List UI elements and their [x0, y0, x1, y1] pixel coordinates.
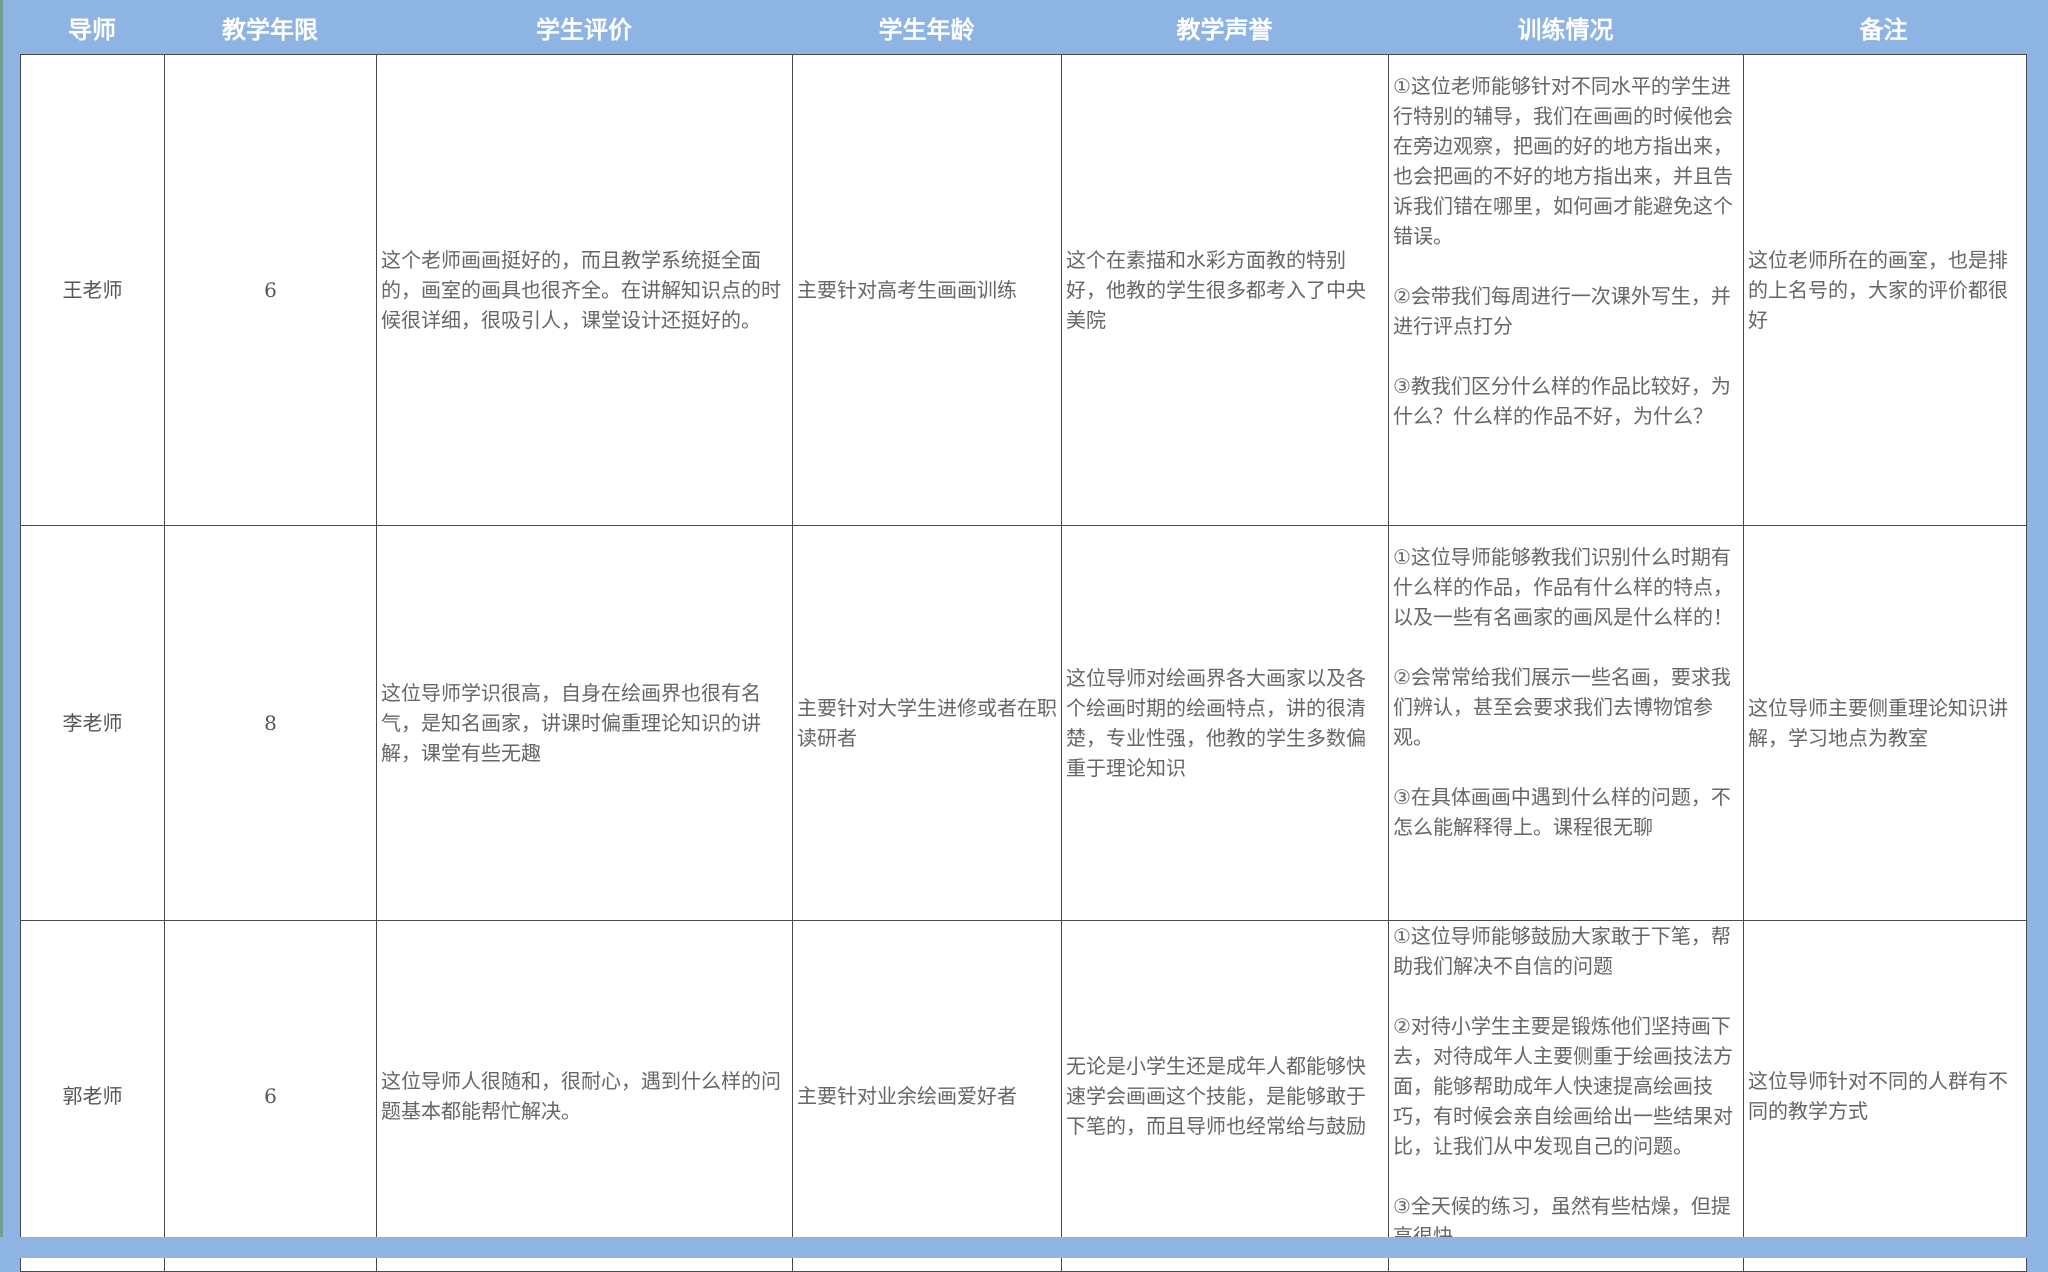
cell-years[interactable]: 6 — [164, 54, 377, 526]
training-point: ②会带我们每周进行一次课外写生，并进行评点打分 — [1393, 284, 1731, 338]
training-point: ①这位导师能够教我们识别什么时期有什么样的作品，作品有什么样的特点，以及一些有名… — [1393, 545, 1733, 629]
header-years[interactable]: 教学年限 — [164, 10, 376, 45]
cell-training[interactable]: ①这位导师能够鼓励大家敢于下笔，帮助我们解决不自信的问题 ②对待小学生主要是锻炼… — [1388, 920, 1744, 1272]
cell-evaluation[interactable]: 这位导师人很随和，很耐心，遇到什么样的问题基本都能帮忙解决。 — [376, 920, 793, 1272]
training-clip: ①这位导师能够鼓励大家敢于下笔，帮助我们解决不自信的问题 ②对待小学生主要是锻炼… — [1393, 922, 1739, 1271]
training-point: ②对待小学生主要是锻炼他们坚持画下去，对待成年人主要侧重于绘画技法方面，能够帮助… — [1393, 1014, 1733, 1158]
header-evaluation[interactable]: 学生评价 — [376, 10, 792, 45]
bottom-band — [0, 1237, 2048, 1258]
header-teacher[interactable]: 导师 — [20, 10, 164, 45]
cell-years[interactable]: 8 — [164, 525, 377, 921]
cell-age[interactable]: 主要针对业余绘画爱好者 — [792, 920, 1062, 1272]
cell-evaluation[interactable]: 这个老师画画挺好的，而且教学系统挺全面的，画室的画具也很齐全。在讲解知识点的时候… — [376, 54, 793, 526]
cell-reputation[interactable]: 无论是小学生还是成年人都能够快速学会画画这个技能，是能够敢于下笔的，而且导师也经… — [1061, 920, 1389, 1272]
cell-reputation[interactable]: 这个在素描和水彩方面教的特别好，他教的学生很多都考入了中央美院 — [1061, 54, 1389, 526]
training-point: ③在具体画画中遇到什么样的问题，不怎么能解释得上。课程很无聊 — [1393, 785, 1731, 839]
header-age[interactable]: 学生年龄 — [792, 10, 1061, 45]
header-training[interactable]: 训练情况 — [1388, 10, 1743, 45]
cell-training[interactable]: ①这位导师能够教我们识别什么时期有什么样的作品，作品有什么样的特点，以及一些有名… — [1388, 525, 1744, 921]
training-point: ③教我们区分什么样的作品比较好，为什么？什么样的作品不好，为什么？ — [1393, 374, 1731, 428]
header-note[interactable]: 备注 — [1743, 10, 2024, 45]
training-point: ①这位导师能够鼓励大家敢于下笔，帮助我们解决不自信的问题 — [1393, 924, 1731, 978]
cell-note[interactable]: 这位老师所在的画室，也是排的上名号的，大家的评价都很好 — [1743, 54, 2027, 526]
cell-age[interactable]: 主要针对高考生画画训练 — [792, 54, 1062, 526]
cell-note[interactable]: 这位导师主要侧重理论知识讲解，学习地点为教室 — [1743, 525, 2027, 921]
teacher-table: 王老师 6 这个老师画画挺好的，而且教学系统挺全面的，画室的画具也很齐全。在讲解… — [20, 54, 2027, 1272]
cell-evaluation[interactable]: 这位导师学识很高，自身在绘画界也很有名气，是知名画家，讲课时偏重理论知识的讲解，… — [376, 525, 793, 921]
header-reputation[interactable]: 教学声誉 — [1061, 10, 1388, 45]
cell-years[interactable]: 6 — [164, 920, 377, 1272]
training-point: ①这位老师能够针对不同水平的学生进行特别的辅导，我们在画画的时候他会在旁边观察，… — [1393, 74, 1733, 248]
training-point: ②会常常给我们展示一些名画，要求我们辨认，甚至会要求我们去博物馆参观。 — [1393, 665, 1731, 749]
cell-teacher[interactable]: 李老师 — [20, 525, 165, 921]
table-row: 郭老师 6 这位导师人很随和，很耐心，遇到什么样的问题基本都能帮忙解决。 主要针… — [20, 920, 2027, 1272]
cell-age[interactable]: 主要针对大学生进修或者在职读研者 — [792, 525, 1062, 921]
cell-training[interactable]: ①这位老师能够针对不同水平的学生进行特别的辅导，我们在画画的时候他会在旁边观察，… — [1388, 54, 1744, 526]
table-row: 李老师 8 这位导师学识很高，自身在绘画界也很有名气，是知名画家，讲课时偏重理论… — [20, 525, 2027, 921]
cell-teacher[interactable]: 王老师 — [20, 54, 165, 526]
cell-reputation[interactable]: 这位导师对绘画界各大画家以及各个绘画时期的绘画特点，讲的很清楚，专业性强，他教的… — [1061, 525, 1389, 921]
left-edge-strip — [0, 0, 3, 1258]
cell-teacher[interactable]: 郭老师 — [20, 920, 165, 1272]
table-header: 导师 教学年限 学生评价 学生年龄 教学声誉 训练情况 备注 — [20, 0, 2024, 54]
spreadsheet-view: 导师 教学年限 学生评价 学生年龄 教学声誉 训练情况 备注 王老师 6 这个老… — [0, 0, 2048, 1272]
cell-note[interactable]: 这位导师针对不同的人群有不同的教学方式 — [1743, 920, 2027, 1272]
table-row: 王老师 6 这个老师画画挺好的，而且教学系统挺全面的，画室的画具也很齐全。在讲解… — [20, 54, 2027, 526]
